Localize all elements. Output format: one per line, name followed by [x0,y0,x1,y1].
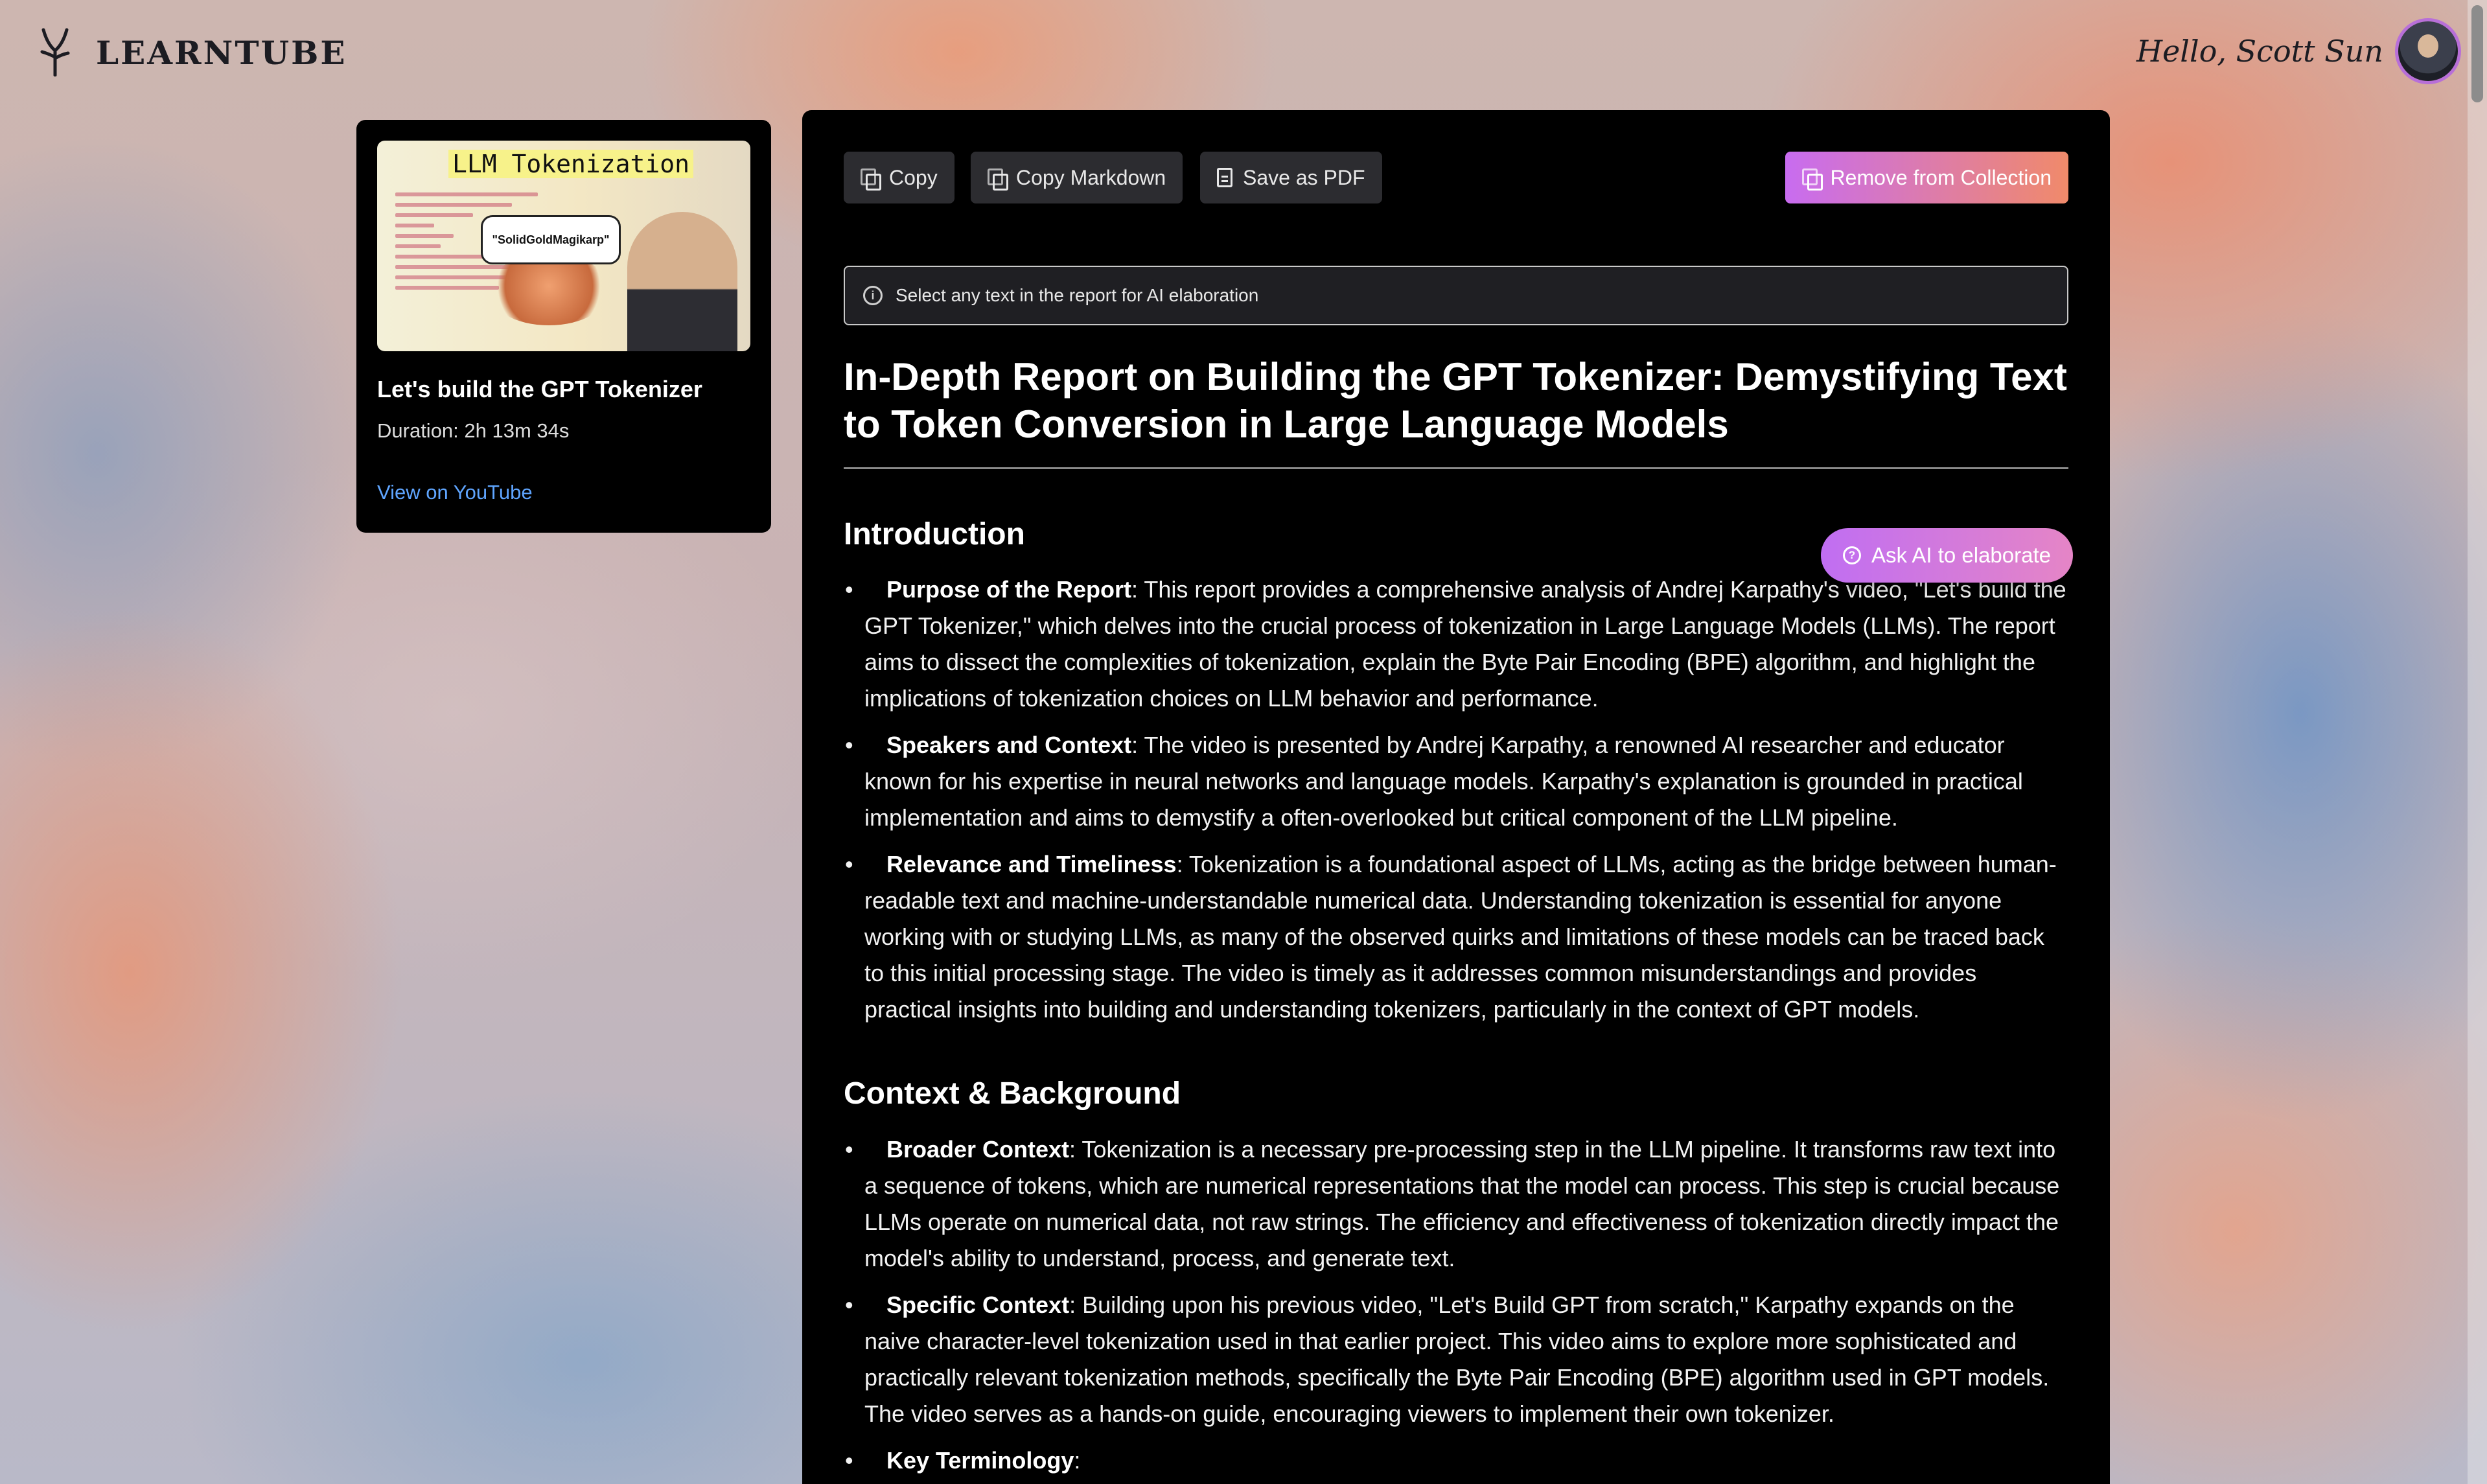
list-item: Specific Context: Building upon his prev… [845,1287,2070,1432]
list-item: Speakers and Context: The video is prese… [845,727,2070,836]
logo-sprout-icon [40,28,70,76]
elaboration-hint: i Select any text in the report for AI e… [844,266,2068,325]
report-title: In-Depth Report on Building the GPT Toke… [844,353,2068,469]
context-list: Broader Context: Tokenization is a neces… [845,1131,2070,1484]
thumbnail-bubble: "SolidGoldMagikarp" [481,215,621,264]
top-header: LEARNTUBE Hello, Scott Sun [0,0,2487,104]
document-icon [1217,168,1232,187]
copy-icon [861,168,881,191]
video-duration: Duration: 2h 13m 34s [377,419,570,442]
copy-markdown-button[interactable]: Copy Markdown [971,152,1183,203]
copy-button[interactable]: Copy [844,152,954,203]
section-heading: Introduction [844,517,1025,551]
copy-markdown-label: Copy Markdown [1016,165,1166,189]
list-item: Purpose of the Report: This report provi… [845,572,2070,717]
save-pdf-button[interactable]: Save as PDF [1200,152,1382,203]
video-card: LLM Tokenization "SolidGoldMagikarp" Let… [356,120,771,533]
item-label: Relevance and Timeliness [886,851,1177,877]
list-item: Broader Context: Tokenization is a neces… [845,1131,2070,1277]
list-item: Relevance and Timeliness: Tokenization i… [845,846,2070,1028]
copy-icon [988,168,1008,191]
section-heading: Context & Background [844,1076,1181,1111]
page-scrollbar[interactable] [2468,0,2487,1484]
thumbnail-title: LLM Tokenization [448,150,694,178]
user-greeting: Hello, Scott Sun [2136,34,2383,69]
item-label: Purpose of the Report [886,576,1132,603]
item-label: Specific Context [886,1292,1070,1318]
thumbnail-explosion [487,254,610,325]
item-label: Broader Context [886,1136,1070,1163]
collection-icon [1801,168,1823,191]
ask-ai-label: Ask AI to elaborate [1871,543,2052,567]
view-on-youtube-link[interactable]: View on YouTube [377,481,533,504]
introduction-list: Purpose of the Report: This report provi… [845,572,2070,1038]
thumbnail-person [627,212,737,351]
video-thumbnail[interactable]: LLM Tokenization "SolidGoldMagikarp" [377,141,750,351]
item-label: Speakers and Context [886,732,1132,758]
item-label: Key Terminology [886,1447,1074,1474]
help-circle-icon: ? [1843,546,1861,564]
video-title: Let's build the GPT Tokenizer [377,376,702,402]
info-icon: i [863,286,883,305]
elaboration-hint-text: Select any text in the report for AI ela… [896,285,1259,305]
list-item: Key Terminology: [845,1443,2070,1479]
copy-button-label: Copy [889,165,938,189]
report-panel: Copy Copy Markdown Save as PDF Remove fr… [802,110,2110,1484]
save-pdf-label: Save as PDF [1243,165,1365,189]
app-logo[interactable]: LEARNTUBE [96,34,347,72]
ask-ai-elaborate-button[interactable]: ? Ask AI to elaborate [1821,528,2074,583]
scrollbar-thumb[interactable] [2471,5,2483,102]
remove-from-collection-button[interactable]: Remove from Collection [1785,152,2068,203]
avatar[interactable] [2398,21,2458,81]
item-text: : [1074,1447,1081,1474]
remove-button-label: Remove from Collection [1830,165,2052,189]
